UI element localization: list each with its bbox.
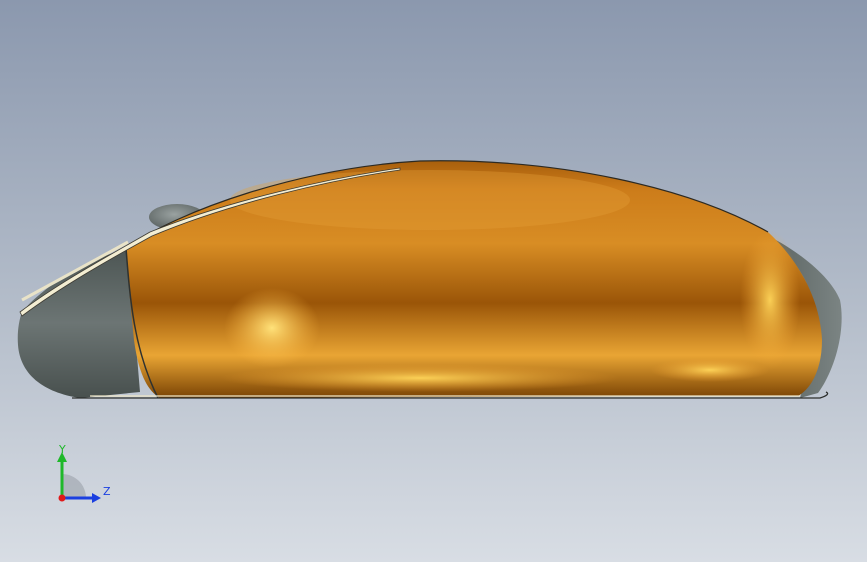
model-view[interactable] [0,0,867,562]
x-axis-origin [58,494,66,502]
triad-quadrant [62,474,86,498]
coordinate-triad: Y Z [48,440,118,510]
z-axis-head [92,493,101,503]
body-highlight [220,364,620,392]
body-highlight [224,288,320,368]
graphics-viewport[interactable]: Y Z [0,0,867,562]
body-highlight [650,358,770,382]
body-highlight [230,170,630,230]
z-axis-label: Z [103,485,111,498]
body-highlight [740,230,800,370]
y-axis-label: Y [59,443,66,456]
